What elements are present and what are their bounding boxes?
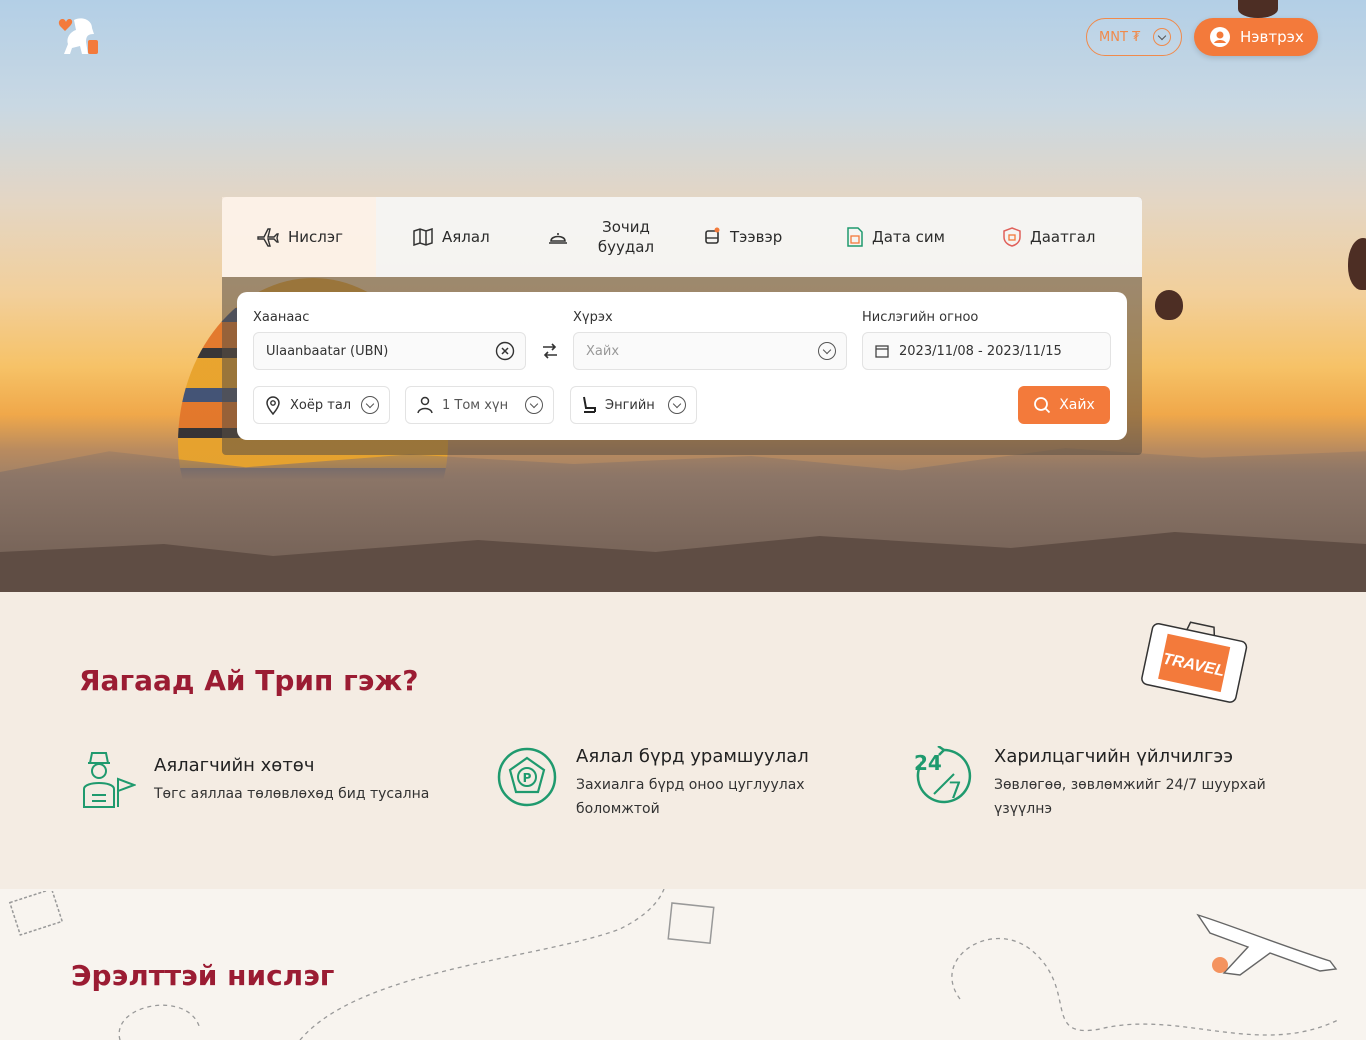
- search-panel: Нислэг Аялал Зочид буудал Тээвэр Дата си…: [222, 197, 1142, 455]
- hero-banner: MNT ₮ Нэвтрэх Нислэг Аялал Зочид буудал: [0, 0, 1366, 592]
- svg-text:P: P: [523, 771, 532, 785]
- search-button[interactable]: Хайх: [1018, 386, 1110, 424]
- feature-support-title: Харилцагчийн үйлчилгээ: [994, 746, 1234, 767]
- dino-logo-icon[interactable]: [52, 14, 104, 60]
- feature-rewards-title: Аялал бүрд урамшуулал: [576, 746, 809, 767]
- search-icon: [1034, 397, 1051, 414]
- search-label: Хайх: [1059, 397, 1095, 413]
- currency-selector[interactable]: MNT ₮: [1086, 18, 1182, 56]
- sim-icon: [847, 227, 863, 247]
- trip-type-value: Хоёр тал: [290, 397, 352, 413]
- why-title: Яагаад Ай Трип гэж?: [79, 664, 419, 697]
- travel-suitcase-icon: TRAVEL: [1141, 621, 1248, 703]
- passengers-value: 1 Том хүн: [442, 397, 509, 413]
- tab-tours-label: Аялал: [442, 228, 490, 246]
- chevron-down-icon: [525, 396, 543, 414]
- clear-icon[interactable]: [495, 341, 515, 361]
- date-value: 2023/11/08 - 2023/11/15: [899, 343, 1062, 359]
- popular-flights-title: Эрэлттэй нислэг: [71, 959, 335, 992]
- bus-icon: [705, 227, 720, 244]
- feature-guide-title: Аялагчийн хөтөч: [154, 755, 315, 776]
- tab-transport[interactable]: Тээвэр: [702, 197, 846, 277]
- hotel-bell-icon: [549, 233, 567, 244]
- popular-flights-section: Эрэлттэй нислэг: [0, 889, 1366, 1040]
- balloon-small-3: [1348, 238, 1366, 290]
- date-label: Нислэгийн огноо: [862, 310, 979, 325]
- cabin-class-value: Энгийн: [605, 397, 655, 413]
- tab-insurance-label: Даатгал: [1030, 228, 1096, 246]
- why-section: Яагаад Ай Трип гэж? TRAVEL Аялагчийн хөт…: [0, 592, 1366, 889]
- calendar-icon: [875, 345, 889, 358]
- to-label: Хүрэх: [573, 310, 613, 325]
- tab-data-sim-label: Дата сим: [872, 228, 945, 246]
- date-field[interactable]: 2023/11/08 - 2023/11/15: [862, 332, 1111, 370]
- map-icon: [413, 228, 433, 246]
- points-badge-icon: P: [497, 747, 557, 807]
- passengers-select[interactable]: 1 Том хүн: [405, 386, 554, 424]
- tab-flights-label: Нислэг: [288, 228, 343, 246]
- to-placeholder: Хайх: [586, 343, 620, 359]
- location-pin-icon: [266, 396, 280, 415]
- seat-icon: [583, 396, 596, 413]
- currency-label: MNT ₮: [1099, 29, 1141, 45]
- to-field[interactable]: Хайх: [573, 332, 847, 370]
- balloon-small-2: [1238, 0, 1278, 18]
- tab-data-sim[interactable]: Дата сим: [846, 197, 1002, 277]
- chevron-down-icon: [1153, 28, 1171, 46]
- service-tabs: Нислэг Аялал Зочид буудал Тээвэр Дата си…: [222, 197, 1142, 277]
- tab-insurance[interactable]: Даатгал: [1002, 197, 1142, 277]
- feature-guide: Аялагчийн хөтөч Төгс аяллаа төлөвлөхөд б…: [80, 749, 429, 811]
- tab-transport-label: Тээвэр: [730, 228, 783, 246]
- from-field[interactable]: Ulaanbaatar (UBN): [253, 332, 526, 370]
- tab-hotels-label: Зочид буудал: [597, 218, 655, 256]
- tab-hotels[interactable]: Зочид буудал: [532, 197, 702, 277]
- swap-icon[interactable]: [540, 341, 560, 361]
- feature-support-desc: Зөвлөгөө, зөвлөмжийг 24/7 шуурхай үзүүлн…: [994, 777, 1266, 817]
- svg-text:7: 7: [948, 779, 962, 804]
- from-label: Хаанаас: [253, 310, 310, 325]
- feature-rewards-desc: Захиалга бүрд оноо цуглуулах боломжтой: [576, 777, 805, 817]
- tab-flights[interactable]: Нислэг: [222, 197, 376, 277]
- login-button[interactable]: Нэвтрэх: [1194, 18, 1318, 56]
- trip-type-select[interactable]: Хоёр тал: [253, 386, 390, 424]
- flight-search-form: Хаанаас Ulaanbaatar (UBN) Хүрэх Хайх Нис…: [237, 292, 1127, 440]
- balloon-small-1: [1155, 290, 1183, 320]
- support-24-7-icon: 24 7: [914, 746, 972, 804]
- feature-rewards: P Аялал бүрд урамшуулал Захиалга бүрд он…: [496, 746, 826, 821]
- person-icon: [417, 396, 433, 414]
- guide-icon: [83, 752, 136, 808]
- tab-tours[interactable]: Аялал: [376, 197, 532, 277]
- chevron-down-icon: [668, 396, 686, 414]
- user-icon: [1210, 27, 1230, 47]
- plane-icon: [257, 228, 279, 247]
- svg-text:24: 24: [914, 751, 942, 775]
- chevron-down-icon: [361, 396, 379, 414]
- feature-support: 24 7 Харилцагчийн үйлчилгээ Зөвлөгөө, зө…: [912, 746, 1284, 821]
- login-label: Нэвтрэх: [1240, 28, 1304, 46]
- feature-guide-desc: Төгс аяллаа төлөвлөхөд бид тусална: [154, 786, 430, 802]
- from-value: Ulaanbaatar (UBN): [266, 343, 389, 359]
- chevron-down-icon: [818, 342, 836, 360]
- cabin-class-select[interactable]: Энгийн: [570, 386, 697, 424]
- shield-icon: [1003, 227, 1021, 247]
